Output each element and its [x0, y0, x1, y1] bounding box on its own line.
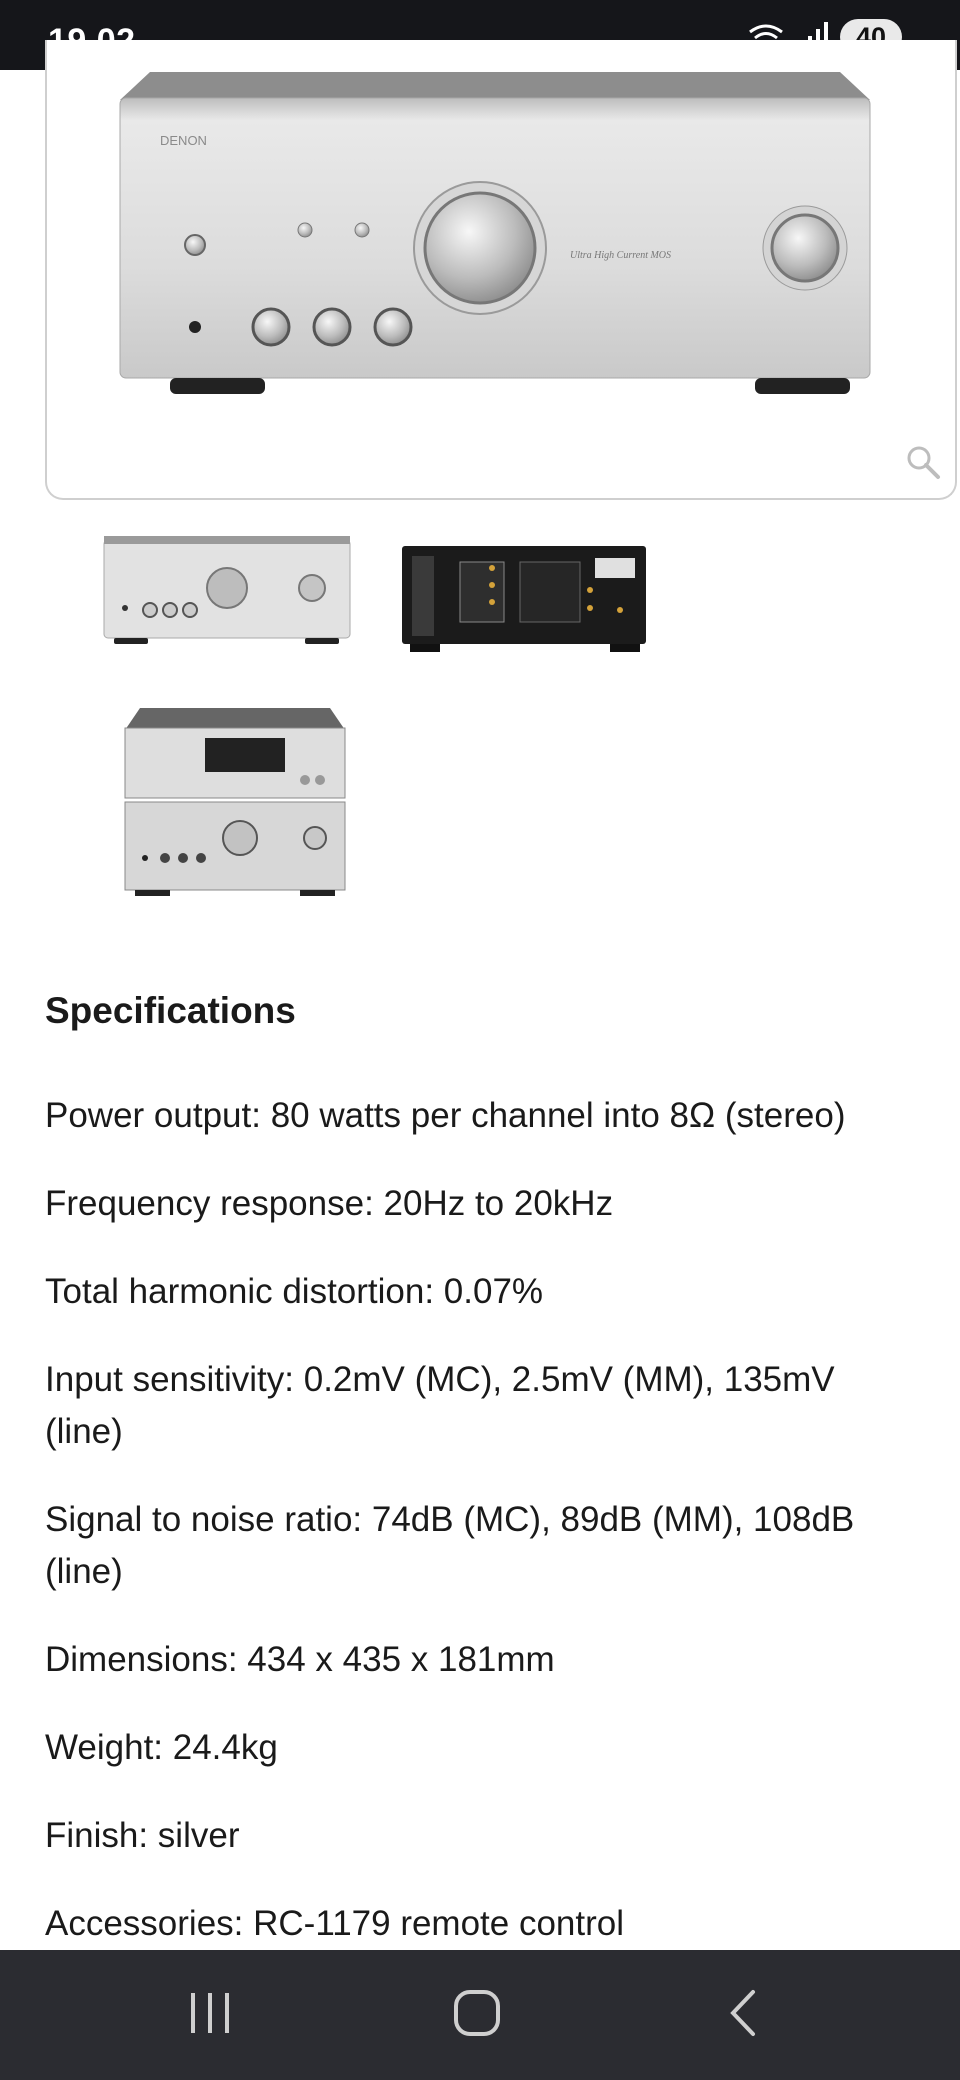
home-icon [454, 1990, 500, 2036]
recent-apps-icon [191, 1993, 229, 2033]
thumbnail-system[interactable] [105, 700, 360, 910]
thumbnail-rear[interactable] [400, 540, 650, 660]
spec-dimensions: Dimensions: 434 x 435 x 181mm [45, 1640, 555, 1679]
back-button[interactable] [700, 1978, 790, 2048]
product-image-frame[interactable]: DENON Ultra High Current MOS [45, 40, 957, 500]
spec-accessories: Accessories: RC-1179 remote control [45, 1904, 625, 1943]
specifications-list: Power output: 80 watts per channel into … [45, 1090, 905, 1986]
main-product-image[interactable]: DENON Ultra High Current MOS [100, 70, 890, 450]
back-icon [730, 1990, 755, 2036]
specifications-heading: Specifications [45, 990, 296, 1031]
spec-snr: Signal to noise ratio: 74dB (MC), 89dB (… [45, 1500, 855, 1591]
spec-thd: Total harmonic distortion: 0.07% [45, 1272, 544, 1311]
recent-apps-button[interactable] [165, 1978, 255, 2048]
brand-logo: DENON [160, 133, 207, 148]
system-nav-bar [0, 1950, 960, 2080]
spec-weight: Weight: 24.4kg [45, 1728, 278, 1767]
spec-finish: Finish: silver [45, 1816, 240, 1855]
magnifier-icon[interactable] [905, 444, 941, 480]
thumbnail-front[interactable] [100, 530, 356, 660]
spec-frequency-response: Frequency response: 20Hz to 20kHz [45, 1184, 614, 1223]
home-button[interactable] [432, 1978, 522, 2048]
spec-power-output: Power output: 80 watts per channel into … [45, 1096, 846, 1135]
spec-input-sensitivity: Input sensitivity: 0.2mV (MC), 2.5mV (MM… [45, 1360, 835, 1451]
svg-text:Ultra High Current MOS: Ultra High Current MOS [570, 250, 671, 261]
